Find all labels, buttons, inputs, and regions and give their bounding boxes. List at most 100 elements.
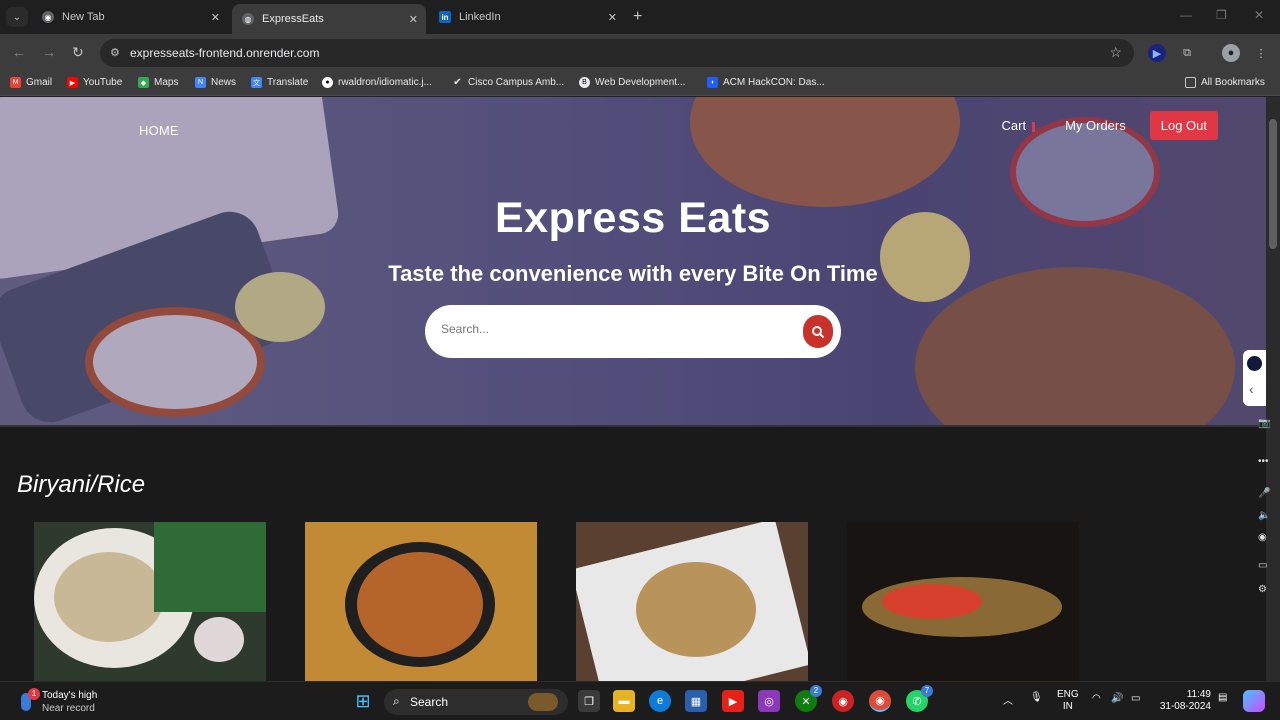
bookmark-gmail[interactable]: M Gmail	[10, 77, 52, 88]
task-view-icon[interactable]: ❐	[578, 690, 600, 712]
clock[interactable]: 11:49 31-08-2024	[1159, 689, 1211, 713]
instagram-icon[interactable]: ◎	[758, 690, 780, 712]
maps-icon: ◆	[138, 77, 149, 88]
bookmark-web-dev[interactable]: B Web Development...	[579, 77, 685, 88]
greens-image	[154, 522, 266, 612]
speaker-icon[interactable]: 🔈	[1258, 510, 1270, 521]
bookmark-github[interactable]: ● rwaldron/idiomatic.j...	[322, 77, 432, 88]
weather-title: Today's high	[42, 690, 98, 701]
scroll-thumb[interactable]	[1269, 119, 1277, 249]
tab-expresseats[interactable]: ◍ ExpressEats ✕	[232, 4, 426, 34]
chevron-left-icon[interactable]: ‹	[1249, 381, 1254, 397]
weather-text: Today's high Near record	[42, 689, 97, 715]
windows-start-icon[interactable]: ⊞	[352, 690, 374, 712]
search-button[interactable]	[803, 315, 833, 348]
close-icon[interactable]: ✕	[409, 13, 418, 26]
app-icon[interactable]: ◉	[832, 690, 854, 712]
mic-icon[interactable]: 🎤	[1258, 488, 1270, 499]
youtube-icon: ▶	[67, 77, 78, 88]
page-scrollbar[interactable]	[1266, 97, 1280, 681]
window-icon[interactable]: ▭	[1258, 560, 1267, 571]
copilot-icon[interactable]	[1243, 690, 1265, 712]
forward-icon[interactable]: →	[42, 44, 56, 60]
lang-bottom: IN	[1062, 701, 1073, 712]
bookmark-cisco[interactable]: ✔ Cisco Campus Amb...	[452, 77, 564, 88]
clock-date: 31-08-2024	[1159, 701, 1211, 712]
back-icon[interactable]: ←	[12, 44, 26, 60]
battery-icon[interactable]: ▭	[1131, 693, 1140, 704]
food-card-shrimp-rice[interactable]	[34, 522, 266, 681]
window-close-icon[interactable]: ✕	[1254, 8, 1264, 22]
reload-icon[interactable]: ↻	[72, 44, 84, 61]
whatsapp-badge: 7	[921, 685, 933, 697]
hero-title: Express Eats	[494, 194, 772, 242]
bookmark-label: Web Development...	[595, 77, 686, 88]
site-info-icon[interactable]: ⚙	[110, 46, 120, 59]
maximize-icon[interactable]: ❐	[1216, 8, 1227, 22]
tab-linkedin[interactable]: in LinkedIn ✕	[429, 4, 625, 30]
chrome-taskbar-icon[interactable]: ◉	[869, 690, 891, 712]
extensions-puzzle-icon[interactable]: ⧉	[1178, 44, 1196, 62]
xbox-icon[interactable]: ✕ 2	[795, 685, 822, 712]
ms-store-icon[interactable]: ▦	[685, 690, 707, 712]
settings-gear-icon[interactable]: ⚙	[1258, 584, 1267, 595]
news-icon: N	[195, 77, 206, 88]
nav-home-link[interactable]: HOME	[139, 123, 179, 138]
bookmark-news[interactable]: N News	[195, 77, 236, 88]
weather-badge: 1	[28, 688, 40, 700]
close-icon[interactable]: ✕	[211, 11, 220, 24]
bookmark-label: All Bookmarks	[1201, 77, 1265, 88]
bookmark-label: Maps	[154, 77, 179, 88]
weather-widget[interactable]: 1 Today's high Near record	[18, 688, 97, 715]
notification-icon[interactable]: ▤	[1218, 692, 1227, 703]
bookmark-label: ACM HackCON: Das...	[723, 77, 825, 88]
bookmark-translate[interactable]: 文 Translate	[251, 77, 308, 88]
tray-chevron-up-icon[interactable]: ︿	[1003, 692, 1013, 707]
mic-tray-icon[interactable]: 🎙	[1030, 692, 1043, 703]
my-orders-link[interactable]: My Orders	[1065, 118, 1126, 133]
browser-toolbar: ← → ↻ ⚙ expresseats-frontend.onrender.co…	[0, 34, 1280, 72]
hero-divider	[0, 425, 1266, 427]
cart-badge	[1032, 121, 1036, 132]
food-card-biryani[interactable]	[305, 522, 537, 681]
thermometer-icon: 1	[18, 688, 40, 713]
close-icon[interactable]: ✕	[608, 11, 617, 24]
bookmark-maps[interactable]: ◆ Maps	[138, 77, 178, 88]
biryani-image	[357, 552, 483, 657]
food-card-fried-rice[interactable]	[576, 522, 808, 681]
new-tab-button[interactable]: +	[633, 8, 642, 26]
language-indicator[interactable]: ENG IN	[1057, 689, 1079, 713]
bookmark-star-icon[interactable]: ☆	[1109, 44, 1122, 61]
tab-new-tab[interactable]: ◉ New Tab ✕	[32, 4, 228, 30]
hero-banner: HOME Cart My Orders Log Out Express Eats…	[0, 97, 1266, 425]
extension-icon[interactable]: ▶	[1148, 44, 1166, 62]
cart-label: Cart	[1001, 118, 1027, 133]
bookmark-acm[interactable]: ◗ ACM HackCON: Das...	[707, 77, 825, 88]
side-widget[interactable]: ‹	[1243, 350, 1266, 406]
more-icon[interactable]: •••	[1258, 456, 1269, 467]
minimize-icon[interactable]: —	[1180, 8, 1192, 22]
profile-avatar-icon[interactable]: ●	[1222, 44, 1240, 62]
whatsapp-icon[interactable]: ✆ 7	[906, 685, 933, 712]
widget-dot-icon	[1247, 356, 1262, 371]
xbox-badge: 2	[810, 685, 822, 697]
cart-link[interactable]: Cart	[1002, 118, 1036, 133]
all-bookmarks[interactable]: All Bookmarks	[1185, 77, 1265, 88]
address-bar[interactable]: ⚙ expresseats-frontend.onrender.com ☆	[100, 39, 1134, 67]
wifi-icon[interactable]: ◠	[1092, 693, 1101, 704]
edge-icon[interactable]: e	[649, 690, 671, 712]
taskbar-search-label: Search	[410, 695, 449, 709]
food-card-pulao[interactable]	[847, 522, 1079, 681]
youtube-app-icon[interactable]: ▶	[722, 690, 744, 712]
webcam-icon[interactable]: ◉	[1258, 532, 1267, 543]
search-input[interactable]	[441, 322, 781, 336]
volume-icon[interactable]: 🔊	[1111, 693, 1123, 704]
taskbar-search[interactable]: ⌕ Search	[384, 689, 568, 715]
bookmark-label: Gmail	[26, 77, 53, 88]
logout-button[interactable]: Log Out	[1149, 111, 1218, 140]
file-explorer-icon[interactable]: ▬	[613, 690, 635, 712]
camera-icon[interactable]: 📷	[1258, 418, 1270, 429]
tab-search-button[interactable]: ⌄	[6, 7, 28, 27]
bookmark-youtube[interactable]: ▶ YouTube	[67, 77, 122, 88]
menu-kebab-icon[interactable]: ⋮	[1252, 44, 1270, 62]
